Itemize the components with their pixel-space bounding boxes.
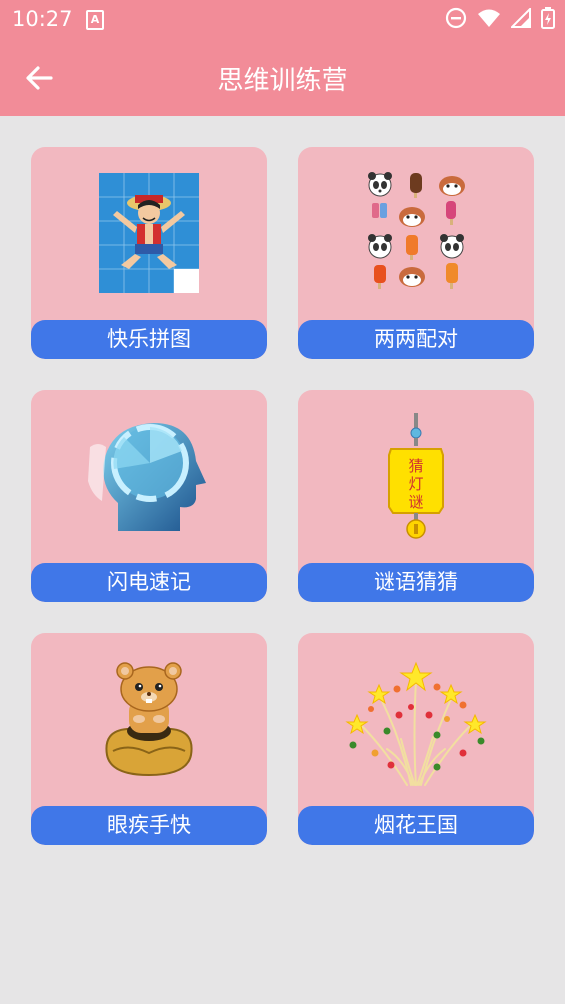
page-title: 思维训练营 (217, 66, 348, 96)
lantern-char-2: 灯 (408, 475, 423, 493)
lantern-riddle-image: 猜 灯 谜 (298, 390, 534, 562)
signal-icon (511, 8, 531, 28)
game-card-riddle[interactable]: 猜 灯 谜 谜语猜猜 (298, 390, 534, 602)
game-card-fireworks[interactable]: 烟花王国 (298, 633, 534, 845)
pair-match-image (298, 147, 534, 319)
game-label-puzzle: 快乐拼图 (31, 320, 267, 359)
game-card-quick-reflex[interactable]: 眼疾手快 (31, 633, 267, 845)
lantern-char-1: 猜 (408, 457, 423, 475)
game-label-riddle: 谜语猜猜 (298, 563, 534, 602)
game-label-fireworks: 烟花王国 (298, 806, 534, 845)
panda-icon (368, 172, 392, 197)
wifi-icon (478, 9, 500, 27)
game-label-pair-match: 两两配对 (298, 320, 534, 359)
game-card-puzzle[interactable]: 快乐拼图 (31, 147, 267, 359)
fireworks-image (298, 633, 534, 805)
game-label-memory: 闪电速记 (31, 563, 267, 602)
lantern-char-3: 谜 (408, 493, 423, 511)
puzzle-image (31, 147, 267, 319)
game-card-memory[interactable]: 闪电速记 (31, 390, 267, 602)
game-card-pair-match[interactable]: 两两配对 (298, 147, 534, 359)
status-bar: 10:27 A (0, 0, 565, 38)
brain-head-image (31, 390, 267, 562)
app-bar: 思维训练营 (0, 38, 565, 116)
status-time: 10:27 (12, 7, 73, 31)
game-label-quick-reflex: 眼疾手快 (31, 806, 267, 845)
notification-a-icon: A (86, 10, 104, 30)
hamster-image (31, 633, 267, 805)
do-not-disturb-icon (445, 7, 467, 29)
battery-icon (541, 7, 555, 29)
